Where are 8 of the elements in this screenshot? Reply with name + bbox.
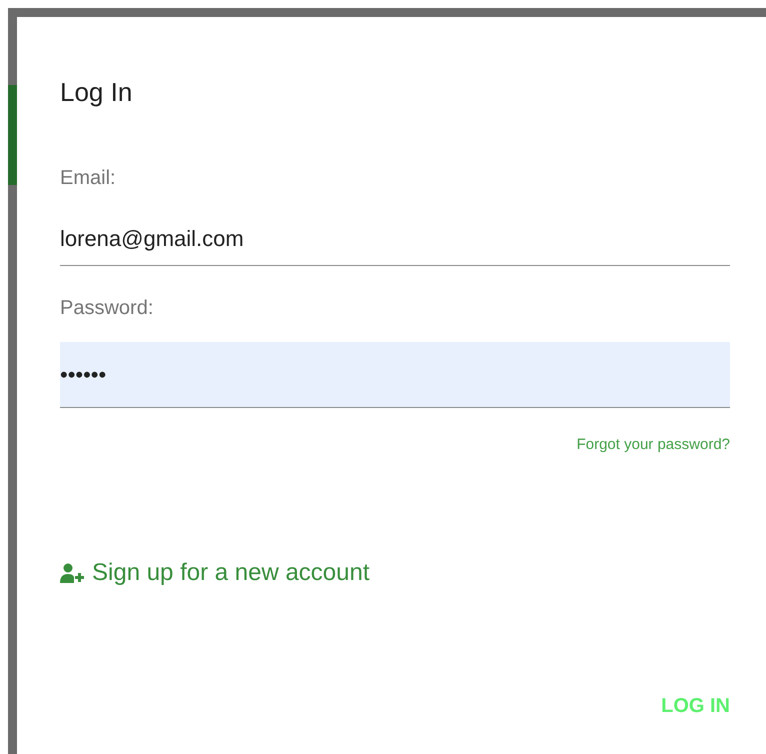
- field-label: Email:: [60, 166, 117, 190]
- dialog-title: Log In: [60, 77, 134, 108]
- field-label: Password:: [60, 296, 154, 320]
- add-user-icon: [60, 562, 84, 583]
- input-field[interactable]: ••••••: [60, 342, 730, 408]
- forgot-password-link[interactable]: Forgot your password?: [576, 434, 730, 457]
- signup-link[interactable]: Sign up for a new account: [92, 554, 370, 591]
- input-field[interactable]: lorena@gmail.com: [60, 208, 730, 266]
